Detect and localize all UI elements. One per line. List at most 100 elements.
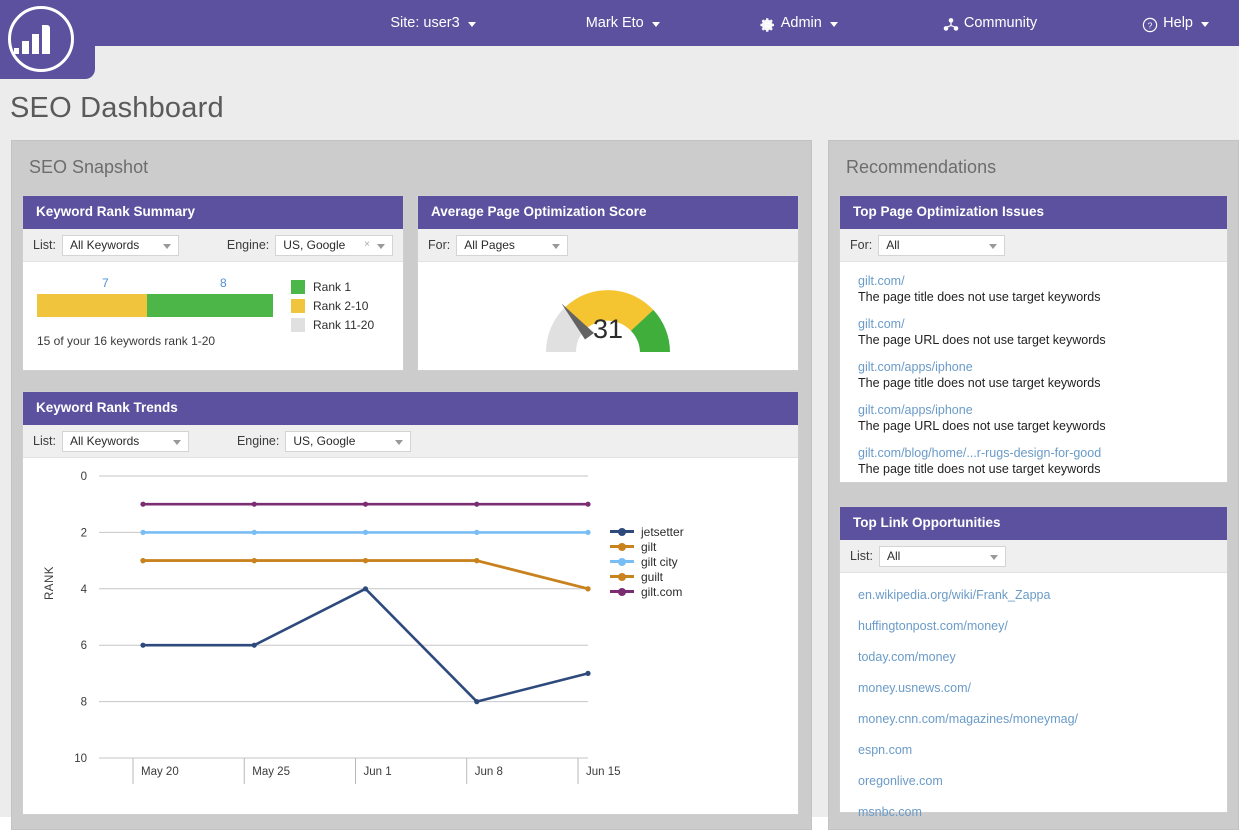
data-point (251, 501, 257, 507)
link-opportunity-item: espn.com (840, 741, 1227, 772)
page-issue-url-link[interactable]: gilt.com/apps/iphone (858, 402, 1213, 418)
nav-item-admin[interactable]: Admin (760, 15, 838, 33)
data-point (474, 699, 480, 705)
link-opportunity-item: oregonlive.com (840, 772, 1227, 803)
chevron-down-icon (377, 243, 385, 249)
for-select-value: All (886, 238, 900, 252)
page-issue-description: The page URL does not use target keyword… (858, 419, 1106, 433)
data-point (140, 501, 146, 507)
chart-legend-item[interactable]: gilt.com (610, 584, 684, 599)
page-issue-item: gilt.com/apps/iphone The page title does … (840, 359, 1227, 402)
legend-line-swatch (610, 527, 634, 536)
link-opportunity-item: money.cnn.com/magazines/moneymag/ (840, 710, 1227, 741)
link-opportunity-item: money.usnews.com/ (840, 679, 1227, 710)
list-label: List: (33, 434, 56, 448)
link-opportunity-url[interactable]: espn.com (858, 743, 912, 757)
link-opportunity-url[interactable]: oregonlive.com (858, 774, 943, 788)
engine-select[interactable]: US, Google × (275, 234, 393, 256)
y-tick-label: 6 (81, 640, 87, 652)
seo-snapshot-heading: SEO Snapshot (29, 157, 149, 177)
svg-text:?: ? (1148, 20, 1153, 30)
bar-segment-rank-1 (147, 294, 273, 317)
link-opportunity-url[interactable]: today.com/money (858, 650, 956, 664)
legend-line-swatch (610, 572, 634, 581)
list-select-value: All Keywords (69, 434, 140, 448)
list-select[interactable]: All Keywords (61, 430, 189, 452)
link-opportunity-item: msnbc.com (840, 803, 1227, 834)
chart-legend-item[interactable]: jetsetter (610, 524, 684, 539)
app-logo[interactable] (0, 0, 95, 79)
gear-icon (760, 17, 776, 33)
page-issue-item: gilt.com/apps/iphone The page URL does no… (840, 402, 1227, 445)
panel-title: Keyword Rank Trends (23, 392, 798, 425)
page-issue-url-link[interactable]: gilt.com/ (858, 273, 1213, 289)
chart-legend-item[interactable]: gilt city (610, 554, 684, 569)
panel-title: Average Page Optimization Score (418, 196, 798, 229)
y-tick-label: 2 (81, 527, 87, 539)
chevron-down-icon (172, 439, 181, 445)
data-point (474, 529, 480, 535)
link-opportunities-list: en.wikipedia.org/wiki/Frank_Zappahuffing… (840, 573, 1227, 834)
chart-legend-item[interactable]: guilt (610, 569, 684, 584)
page-issue-url-link[interactable]: gilt.com/ (858, 316, 1213, 332)
page-issue-item: gilt.com/blog/home/...r-rugs-design-for-… (840, 445, 1227, 488)
engine-label: Engine: (236, 434, 280, 448)
legend-label: jetsetter (641, 524, 684, 539)
data-point (140, 529, 146, 535)
for-select[interactable]: All (878, 234, 1006, 256)
page-issue-url-link[interactable]: gilt.com/blog/home/...r-rugs-design-for-… (858, 445, 1213, 461)
nav-item-label: Mark Eto (585, 15, 644, 31)
data-point (251, 529, 257, 535)
legend-swatch-rank-1 (291, 280, 305, 294)
engine-label: Engine: (226, 238, 270, 252)
clear-icon[interactable]: × (364, 239, 370, 250)
x-tick-label: Jun 8 (475, 766, 503, 778)
list-select[interactable]: All Keywords (61, 234, 179, 256)
link-opportunity-item: en.wikipedia.org/wiki/Frank_Zappa (840, 586, 1227, 617)
series-line-gilt (141, 559, 590, 591)
bar-chart-logo-icon (14, 22, 54, 54)
x-tick-label: Jun 1 (364, 766, 392, 778)
panel-title: Keyword Rank Summary (23, 196, 403, 229)
link-opportunity-item: huffingtonpost.com/money/ (840, 617, 1227, 648)
chevron-down-icon (1201, 21, 1209, 27)
chevron-down-icon (829, 21, 838, 27)
nav-item-site-selector[interactable]: Site: user3 (390, 15, 476, 31)
nav-item-user-menu[interactable]: Mark Eto (586, 15, 660, 31)
gauge-value: 31 (592, 314, 624, 344)
chart-legend-item[interactable]: gilt (610, 539, 684, 554)
page-issue-url-link[interactable]: gilt.com/apps/iphone (858, 359, 1213, 375)
legend-swatch-rank-11-20 (291, 318, 305, 332)
chevron-down-icon (989, 243, 998, 249)
link-opportunity-url[interactable]: huffingtonpost.com/money/ (858, 619, 1008, 633)
keyword-rank-summary-body: 7 8 Rank 1 Rank 2-10 Rank 11-20 15 of yo… (23, 262, 403, 372)
nav-item-community[interactable]: Community (943, 15, 1037, 31)
link-opportunity-url[interactable]: money.cnn.com/magazines/moneymag/ (858, 712, 1078, 726)
keyword-rank-summary-panel: Keyword Rank Summary List: All Keywords … (22, 195, 404, 371)
data-point (474, 501, 480, 507)
chevron-down-icon (467, 21, 476, 27)
engine-select-value: US, Google (293, 434, 356, 448)
data-point (251, 558, 257, 564)
bar-label-0: 7 (102, 276, 109, 290)
link-opportunity-url[interactable]: money.usnews.com/ (858, 681, 971, 695)
for-select[interactable]: All Pages (456, 234, 569, 256)
keyword-rank-trends-chart: 0 2 4 6 8 10 May 20 May 25 Jun 1 Jun 8 Jun 15 (23, 458, 798, 814)
engine-select[interactable]: US, Google (285, 430, 412, 452)
panel-toolbar: For: All Pages (418, 229, 798, 262)
chart-legend: jetsetter gilt gilt city guilt gilt.com (610, 524, 684, 599)
data-point (585, 586, 591, 592)
panel-toolbar: List: All (840, 540, 1227, 573)
chevron-down-icon (989, 554, 998, 560)
nav-item-help[interactable]: ? Help (1142, 15, 1209, 33)
data-point (362, 558, 369, 564)
legend-line-swatch (610, 542, 634, 551)
list-select[interactable]: All (878, 545, 1006, 567)
x-tick-label: May 25 (252, 766, 290, 778)
panel-toolbar: List: All Keywords Engine: US, Google × (23, 229, 403, 262)
link-opportunity-url[interactable]: en.wikipedia.org/wiki/Frank_Zappa (858, 588, 1050, 602)
bar-label-1: 8 (220, 276, 227, 290)
community-icon (943, 17, 959, 33)
legend-label: gilt.com (641, 584, 683, 599)
chevron-down-icon (395, 439, 404, 445)
